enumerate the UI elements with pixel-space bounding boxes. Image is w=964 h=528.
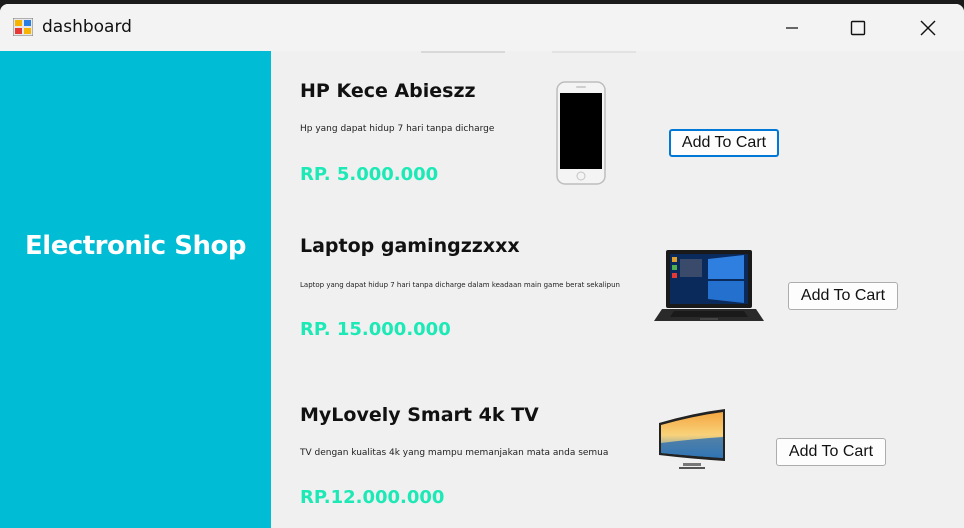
minimize-button[interactable]	[756, 4, 828, 51]
tv-image	[659, 409, 725, 469]
brand-title: Electronic Shop	[25, 231, 246, 261]
add-to-cart-button[interactable]: Add To Cart	[669, 129, 779, 157]
product-card: MyLovely Smart 4k TV TV dengan kualitas …	[271, 371, 964, 528]
product-name: HP Kece Abieszz	[300, 80, 476, 102]
product-card: HP Kece Abieszz Hp yang dapat hidup 7 ha…	[271, 51, 964, 211]
product-price: RP. 5.000.000	[300, 164, 439, 185]
product-card: Laptop gamingzzxxx Laptop yang dapat hid…	[271, 211, 964, 371]
app-icon	[13, 18, 33, 36]
close-icon	[920, 20, 936, 35]
product-price: RP. 15.000.000	[300, 319, 451, 340]
product-description: TV dengan kualitas 4k yang mampu memanja…	[300, 448, 609, 458]
laptop-image	[654, 250, 764, 321]
product-price: RP.12.000.000	[300, 487, 445, 508]
product-list: HP Kece Abieszz Hp yang dapat hidup 7 ha…	[271, 51, 964, 528]
product-name: MyLovely Smart 4k TV	[300, 404, 539, 426]
product-description: Laptop yang dapat hidup 7 hari tanpa dic…	[300, 281, 620, 289]
title-bar[interactable]: dashboard	[0, 4, 964, 51]
minimize-icon	[786, 26, 798, 29]
app-window: dashboard Electronic Shop HP Kece Abiesz…	[0, 4, 964, 528]
window-title: dashboard	[42, 17, 132, 37]
smartphone-image	[556, 81, 606, 185]
product-description: Hp yang dapat hidup 7 hari tanpa dicharg…	[300, 124, 495, 134]
add-to-cart-button[interactable]: Add To Cart	[788, 282, 898, 310]
sidebar: Electronic Shop	[0, 51, 271, 528]
maximize-button[interactable]	[822, 4, 894, 51]
maximize-icon	[850, 20, 866, 35]
add-to-cart-button[interactable]: Add To Cart	[776, 438, 886, 466]
product-name: Laptop gamingzzxxx	[300, 235, 520, 257]
close-button[interactable]	[892, 4, 964, 51]
